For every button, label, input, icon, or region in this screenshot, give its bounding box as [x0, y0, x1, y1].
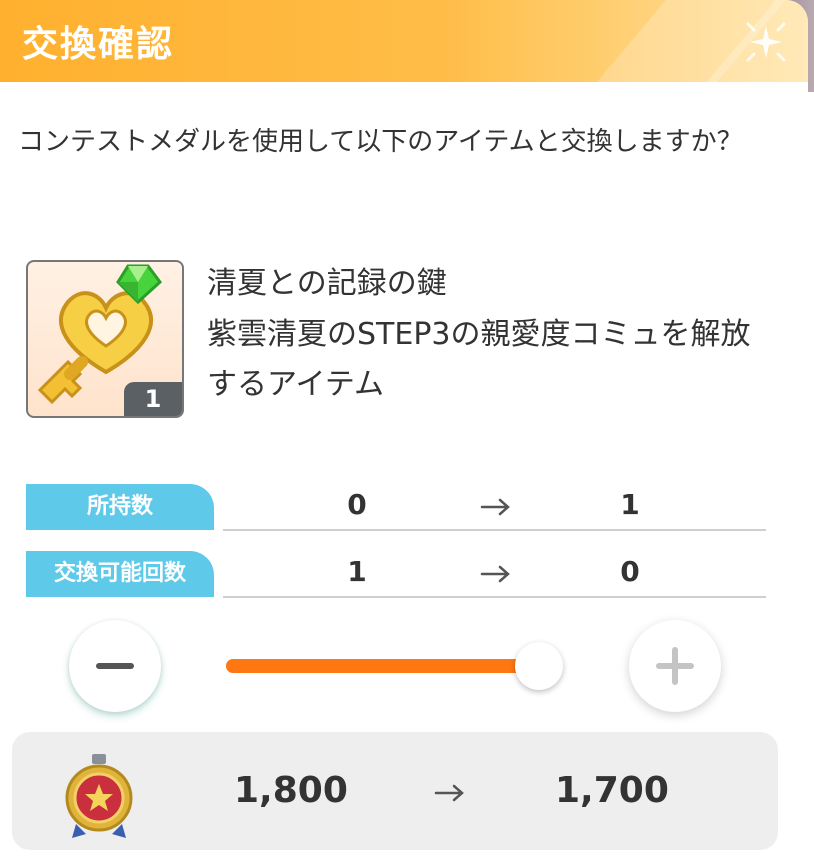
dialog-header: 交換確認	[0, 0, 808, 82]
slider-handle[interactable]	[515, 642, 563, 690]
exchange-limit-from: 1	[347, 555, 367, 588]
row-divider	[223, 529, 766, 531]
right-arrow-icon	[480, 565, 510, 583]
cost-before: 1,800	[234, 770, 348, 811]
owned-count-row: 所持数 0 1	[26, 484, 766, 531]
cost-after: 1,700	[555, 770, 669, 811]
item-description: 紫雲清夏のSTEP3の親愛度コミュを解放するアイテム	[207, 317, 751, 402]
decrease-button[interactable]	[69, 620, 161, 712]
minus-icon	[96, 663, 134, 669]
quantity-slider[interactable]	[226, 659, 536, 673]
contest-medal-icon	[65, 754, 133, 838]
sparkle-icon	[746, 22, 786, 62]
exchange-limit-label: 交換可能回数	[26, 551, 214, 597]
item-quantity-badge: 1	[124, 382, 182, 416]
item-thumbnail: 1	[26, 260, 184, 418]
cost-panel: 1,800 1,700	[12, 732, 778, 850]
plus-icon	[656, 647, 694, 685]
exchange-confirm-dialog: 交換確認 コンテストメダルを使用して以下のアイテムと交換しますか？ 1 清夏との…	[0, 0, 808, 864]
right-arrow-icon	[480, 498, 510, 516]
item-name: 清夏との記録の鍵	[207, 266, 447, 301]
owned-count-label: 所持数	[26, 484, 214, 530]
owned-count-to: 1	[620, 488, 640, 521]
owned-count-from: 0	[347, 488, 367, 521]
row-divider	[223, 596, 766, 598]
right-arrow-icon	[434, 784, 464, 802]
dialog-title: 交換確認	[22, 24, 175, 65]
exchange-limit-row: 交換可能回数 1 0	[26, 551, 766, 598]
confirm-message: コンテストメダルを使用して以下のアイテムと交換しますか？	[18, 127, 743, 157]
increase-button[interactable]	[629, 620, 721, 712]
exchange-limit-to: 0	[620, 555, 640, 588]
slider-fill	[226, 659, 536, 673]
